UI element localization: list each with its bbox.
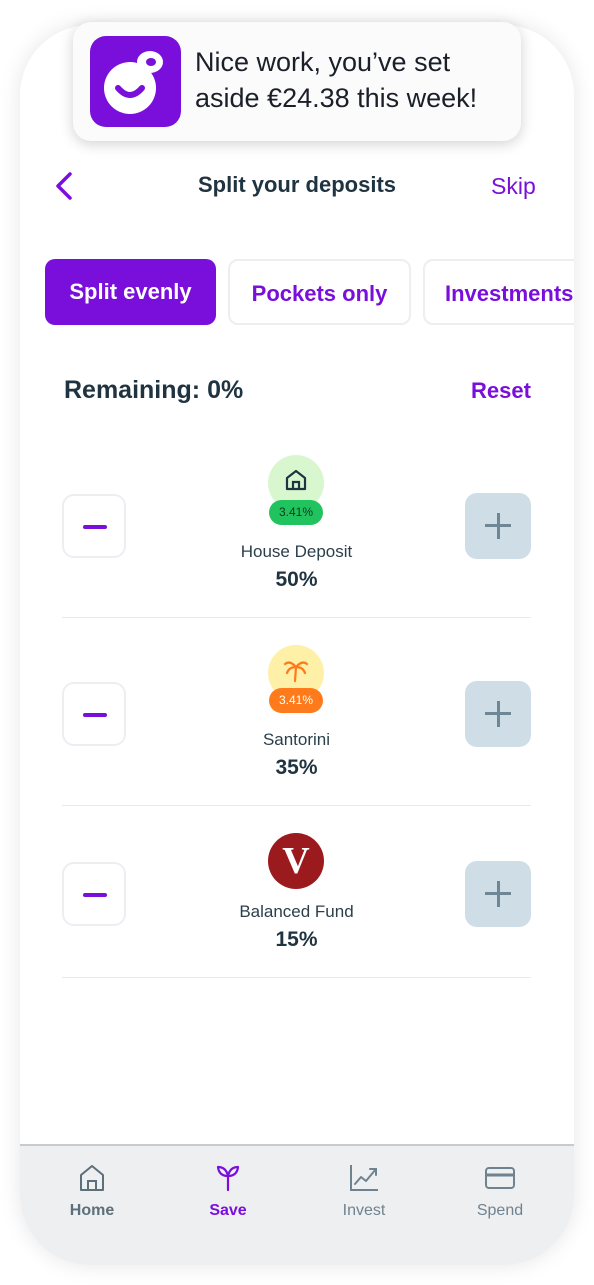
tab-investments[interactable]: Investments <box>423 259 574 325</box>
increase-button[interactable] <box>465 493 531 559</box>
allocation-percent: 50% <box>275 568 318 591</box>
logo-letter: V <box>282 840 310 882</box>
app-logo-icon <box>90 36 181 127</box>
nav-label: Home <box>69 1202 115 1219</box>
remaining-percent: Remaining: 0% <box>64 376 244 404</box>
nav-label: Save <box>209 1202 247 1219</box>
toast-line-2: aside €24.38 this week! <box>195 83 478 113</box>
vanguard-logo-icon: V <box>268 833 324 889</box>
divider <box>62 617 531 618</box>
allocation-percent: 35% <box>275 756 318 779</box>
toast-line-1: Nice work, you’ve set <box>195 47 451 77</box>
allocation-name: Santorini <box>262 730 331 749</box>
minus-icon <box>83 525 107 529</box>
reset-button[interactable]: Reset <box>471 378 531 404</box>
increase-button[interactable] <box>465 861 531 927</box>
nav-label: Invest <box>342 1202 386 1219</box>
allocation-name: Balanced Fund <box>239 902 354 921</box>
divider <box>62 805 531 806</box>
toast-message: Nice work, you’ve set aside €24.38 this … <box>195 44 515 116</box>
bottom-nav: Home Save Invest Spend <box>20 1144 574 1265</box>
increase-button[interactable] <box>465 681 531 747</box>
chart-icon <box>350 1165 378 1191</box>
home-icon <box>80 1165 104 1191</box>
interest-rate-badge: 3.41% <box>269 688 323 713</box>
split-tabs: Split evenly Pockets only Investments <box>45 259 574 327</box>
nav-save[interactable]: Save <box>159 1146 297 1246</box>
allocation-row: 3.41% Santorini 35% <box>62 645 531 806</box>
nav-invest[interactable]: Invest <box>295 1146 433 1246</box>
card-icon <box>485 1167 515 1189</box>
divider <box>62 977 531 978</box>
allocation-row: V Balanced Fund 15% <box>62 833 531 979</box>
tab-split-evenly[interactable]: Split evenly <box>45 259 216 325</box>
sprout-icon <box>216 1165 240 1192</box>
skip-button[interactable]: Skip <box>491 173 536 200</box>
minus-icon <box>83 893 107 897</box>
tab-pockets-only[interactable]: Pockets only <box>228 259 411 325</box>
nav-label: Spend <box>476 1202 524 1219</box>
interest-rate-badge: 3.41% <box>269 500 323 525</box>
allocation-percent: 15% <box>275 928 318 951</box>
nav-home[interactable]: Home <box>23 1146 161 1246</box>
allocation-name: House Deposit <box>240 542 353 561</box>
nav-spend[interactable]: Spend <box>431 1146 569 1246</box>
minus-icon <box>83 713 107 717</box>
allocation-row: 3.41% House Deposit 50% <box>62 455 531 618</box>
savings-toast: Nice work, you’ve set aside €24.38 this … <box>73 22 521 141</box>
